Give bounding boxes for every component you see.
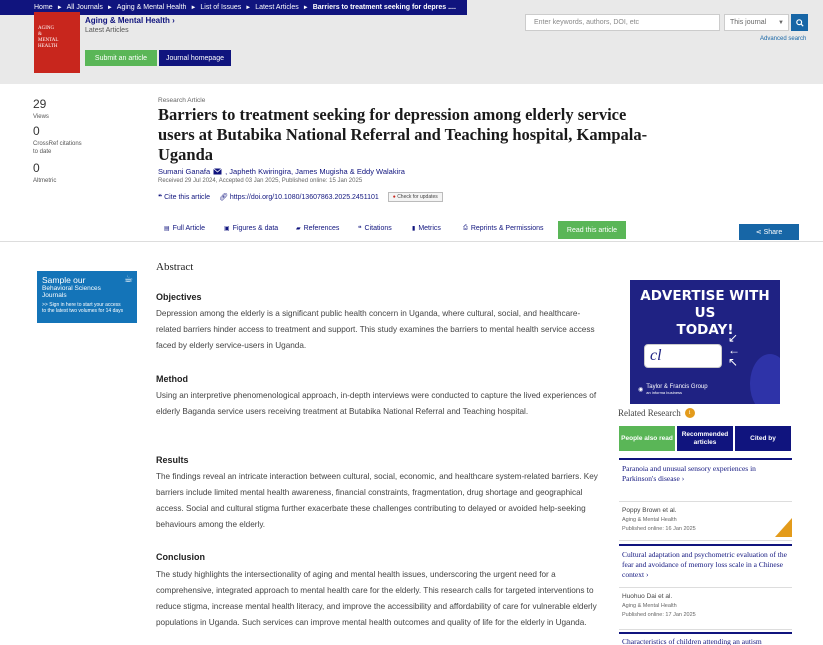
views-count: 29 xyxy=(33,97,47,111)
related-item-journal: Aging & Mental Health xyxy=(622,517,677,523)
advanced-search-link[interactable]: Advanced search xyxy=(760,36,806,42)
tab-people-also-read[interactable]: People also read xyxy=(619,426,675,451)
article-title: Barriers to treatment seeking for depres… xyxy=(158,105,648,164)
related-item-date: Published online: 16 Jan 2025 xyxy=(622,526,696,532)
article-dates: Received 29 Jul 2024, Accepted 03 Jan 20… xyxy=(158,178,363,184)
author-link[interactable]: Sumani Ganafa xyxy=(158,167,210,176)
method-text: Using an interpretive phenomenological a… xyxy=(156,391,597,416)
tab-metrics[interactable]: ▮ Metrics xyxy=(412,225,441,232)
link-icon: 🔗︎ xyxy=(218,194,228,201)
search-scope-select[interactable]: This journal ▼ xyxy=(724,14,789,31)
search-button[interactable] xyxy=(791,14,808,31)
open-access-corner xyxy=(775,518,792,537)
results-heading: Results xyxy=(156,455,189,465)
journal-cover[interactable]: AGING & MENTAL HEALTH xyxy=(34,12,80,73)
breadcrumb-latest[interactable]: Latest Articles xyxy=(255,4,299,11)
chevron-right-icon: ► xyxy=(302,4,309,11)
submit-article-button[interactable]: Submit an article xyxy=(85,50,157,66)
cite-link[interactable]: ❝ Cite this article xyxy=(158,193,210,201)
quote-icon: ❝ xyxy=(158,194,163,201)
check-updates-badge[interactable]: ● Check for updates xyxy=(387,192,443,202)
bar-chart-icon: ▮ xyxy=(412,226,416,232)
related-item[interactable]: Characteristics of children attending an… xyxy=(619,632,792,645)
article-tabs: ▤ Full Article ▣ Figures & data ▰ Reference… xyxy=(0,220,823,242)
search-input[interactable]: Enter keywords, authors, DOI, etc xyxy=(525,14,720,31)
chevron-right-icon: ► xyxy=(245,4,252,11)
crossref-label: CrossRef citations to date xyxy=(33,141,82,155)
arrow-icon: ↙ ← ↖ xyxy=(728,331,740,369)
document-icon: ▤ xyxy=(164,226,170,232)
tab-full-article[interactable]: ▤ Full Article xyxy=(164,225,205,232)
lamp-icon: ☕︎ xyxy=(124,274,133,285)
objectives-heading: Objectives xyxy=(156,292,202,302)
related-item-journal: Aging & Mental Health xyxy=(622,603,677,609)
cover-text: AGING & MENTAL HEALTH xyxy=(38,26,59,49)
related-item-author: Huohuo Dai et al. xyxy=(622,593,673,600)
read-article-button[interactable]: Read this article xyxy=(558,221,626,239)
journal-homepage-button[interactable]: Journal homepage xyxy=(159,50,231,66)
ad-input-graphic: cl xyxy=(644,344,722,368)
image-icon: ▣ xyxy=(224,226,230,232)
ad-brand: ◉ Taylor & Francis Group an informa busine… xyxy=(638,384,708,395)
book-icon: ▰ xyxy=(296,226,301,232)
conclusion-text: The study highlights the intersectionali… xyxy=(156,570,597,627)
cite-row: ❝ Cite this article 🔗︎ https://doi.org/1… xyxy=(158,192,443,202)
related-item-title[interactable]: Characteristics of children attending an… xyxy=(619,634,792,645)
tab-references[interactable]: ▰ References xyxy=(296,225,339,232)
tab-reprints[interactable]: ⎙ Reprints & Permissions xyxy=(463,225,544,232)
ad-decoration xyxy=(750,354,780,404)
breadcrumb-current: Barriers to treatment seeking for depres… xyxy=(312,4,456,11)
breadcrumb-issues[interactable]: List of Issues xyxy=(200,4,241,11)
results-text: The findings reveal an intricate interac… xyxy=(156,472,598,529)
abstract-heading: Abstract xyxy=(156,261,194,273)
related-item[interactable]: Paranoia and unusual sensory experiences… xyxy=(619,458,792,541)
chevron-right-icon: ► xyxy=(56,4,63,11)
tab-figures[interactable]: ▣ Figures & data xyxy=(224,225,278,232)
method-heading: Method xyxy=(156,374,188,384)
chevron-right-icon: › xyxy=(681,474,685,483)
crossref-count: 0 xyxy=(33,124,40,138)
conclusion-heading: Conclusion xyxy=(156,552,205,562)
doi-link[interactable]: 🔗︎ https://doi.org/10.1080/13607863.2025… xyxy=(219,193,379,201)
breadcrumb-all-journals[interactable]: All Journals xyxy=(67,4,103,11)
share-button[interactable]: ⋖ Share xyxy=(739,224,799,240)
views-label: Views xyxy=(33,114,49,120)
chevron-right-icon: ► xyxy=(190,4,197,11)
tab-citations[interactable]: ❝ Citations xyxy=(358,225,392,232)
info-icon[interactable]: i xyxy=(684,408,695,418)
related-item-author: Poppy Brown et al. xyxy=(622,507,677,514)
sample-journals-promo[interactable]: ☕︎ Sample our Behavioral Sciences Journa… xyxy=(37,271,137,323)
altmetric-count: 0 xyxy=(33,161,40,175)
chevron-right-icon: ► xyxy=(106,4,113,11)
tab-recommended[interactable]: Recommended articles xyxy=(677,426,733,451)
related-item-date: Published online: 17 Jan 2025 xyxy=(622,612,696,618)
section-label: Latest Articles xyxy=(85,27,129,34)
chevron-right-icon: › xyxy=(645,570,649,579)
breadcrumb-home[interactable]: Home xyxy=(34,4,53,11)
related-item[interactable]: Cultural adaptation and psychometric eva… xyxy=(619,544,792,630)
tab-cited-by[interactable]: Cited by xyxy=(735,426,791,451)
author-list: Sumani Ganafa , Japheth Kwiringira, Jame… xyxy=(158,167,405,176)
article-type: Research Article xyxy=(158,97,206,104)
crossmark-icon: ● xyxy=(392,194,396,200)
journal-title-link[interactable]: Aging & Mental Health › xyxy=(85,16,175,25)
breadcrumb-journal[interactable]: Aging & Mental Health xyxy=(117,4,187,11)
altmetric-label: Altmetric xyxy=(33,178,57,184)
chevron-down-icon: ▼ xyxy=(778,19,784,26)
print-icon: ⎙ xyxy=(463,225,468,231)
co-authors[interactable]: , Japheth Kwiringira, James Mugisha & Ed… xyxy=(225,167,405,176)
tf-logo-icon: ◉ xyxy=(638,387,644,393)
objectives-text: Depression among the elderly is a signif… xyxy=(156,309,595,350)
related-item-title[interactable]: Paranoia and unusual sensory experiences… xyxy=(622,464,756,483)
related-research-heading: Related Research i xyxy=(618,408,695,418)
search-icon xyxy=(795,18,804,27)
quote-icon: ❝ xyxy=(358,226,362,232)
email-icon[interactable] xyxy=(213,168,222,175)
advertisement-banner[interactable]: ADVERTISE WITH US TODAY! cl ↙ ← ↖ ◉ Taylor &… xyxy=(630,280,780,404)
share-icon: ⋖ xyxy=(755,229,762,236)
